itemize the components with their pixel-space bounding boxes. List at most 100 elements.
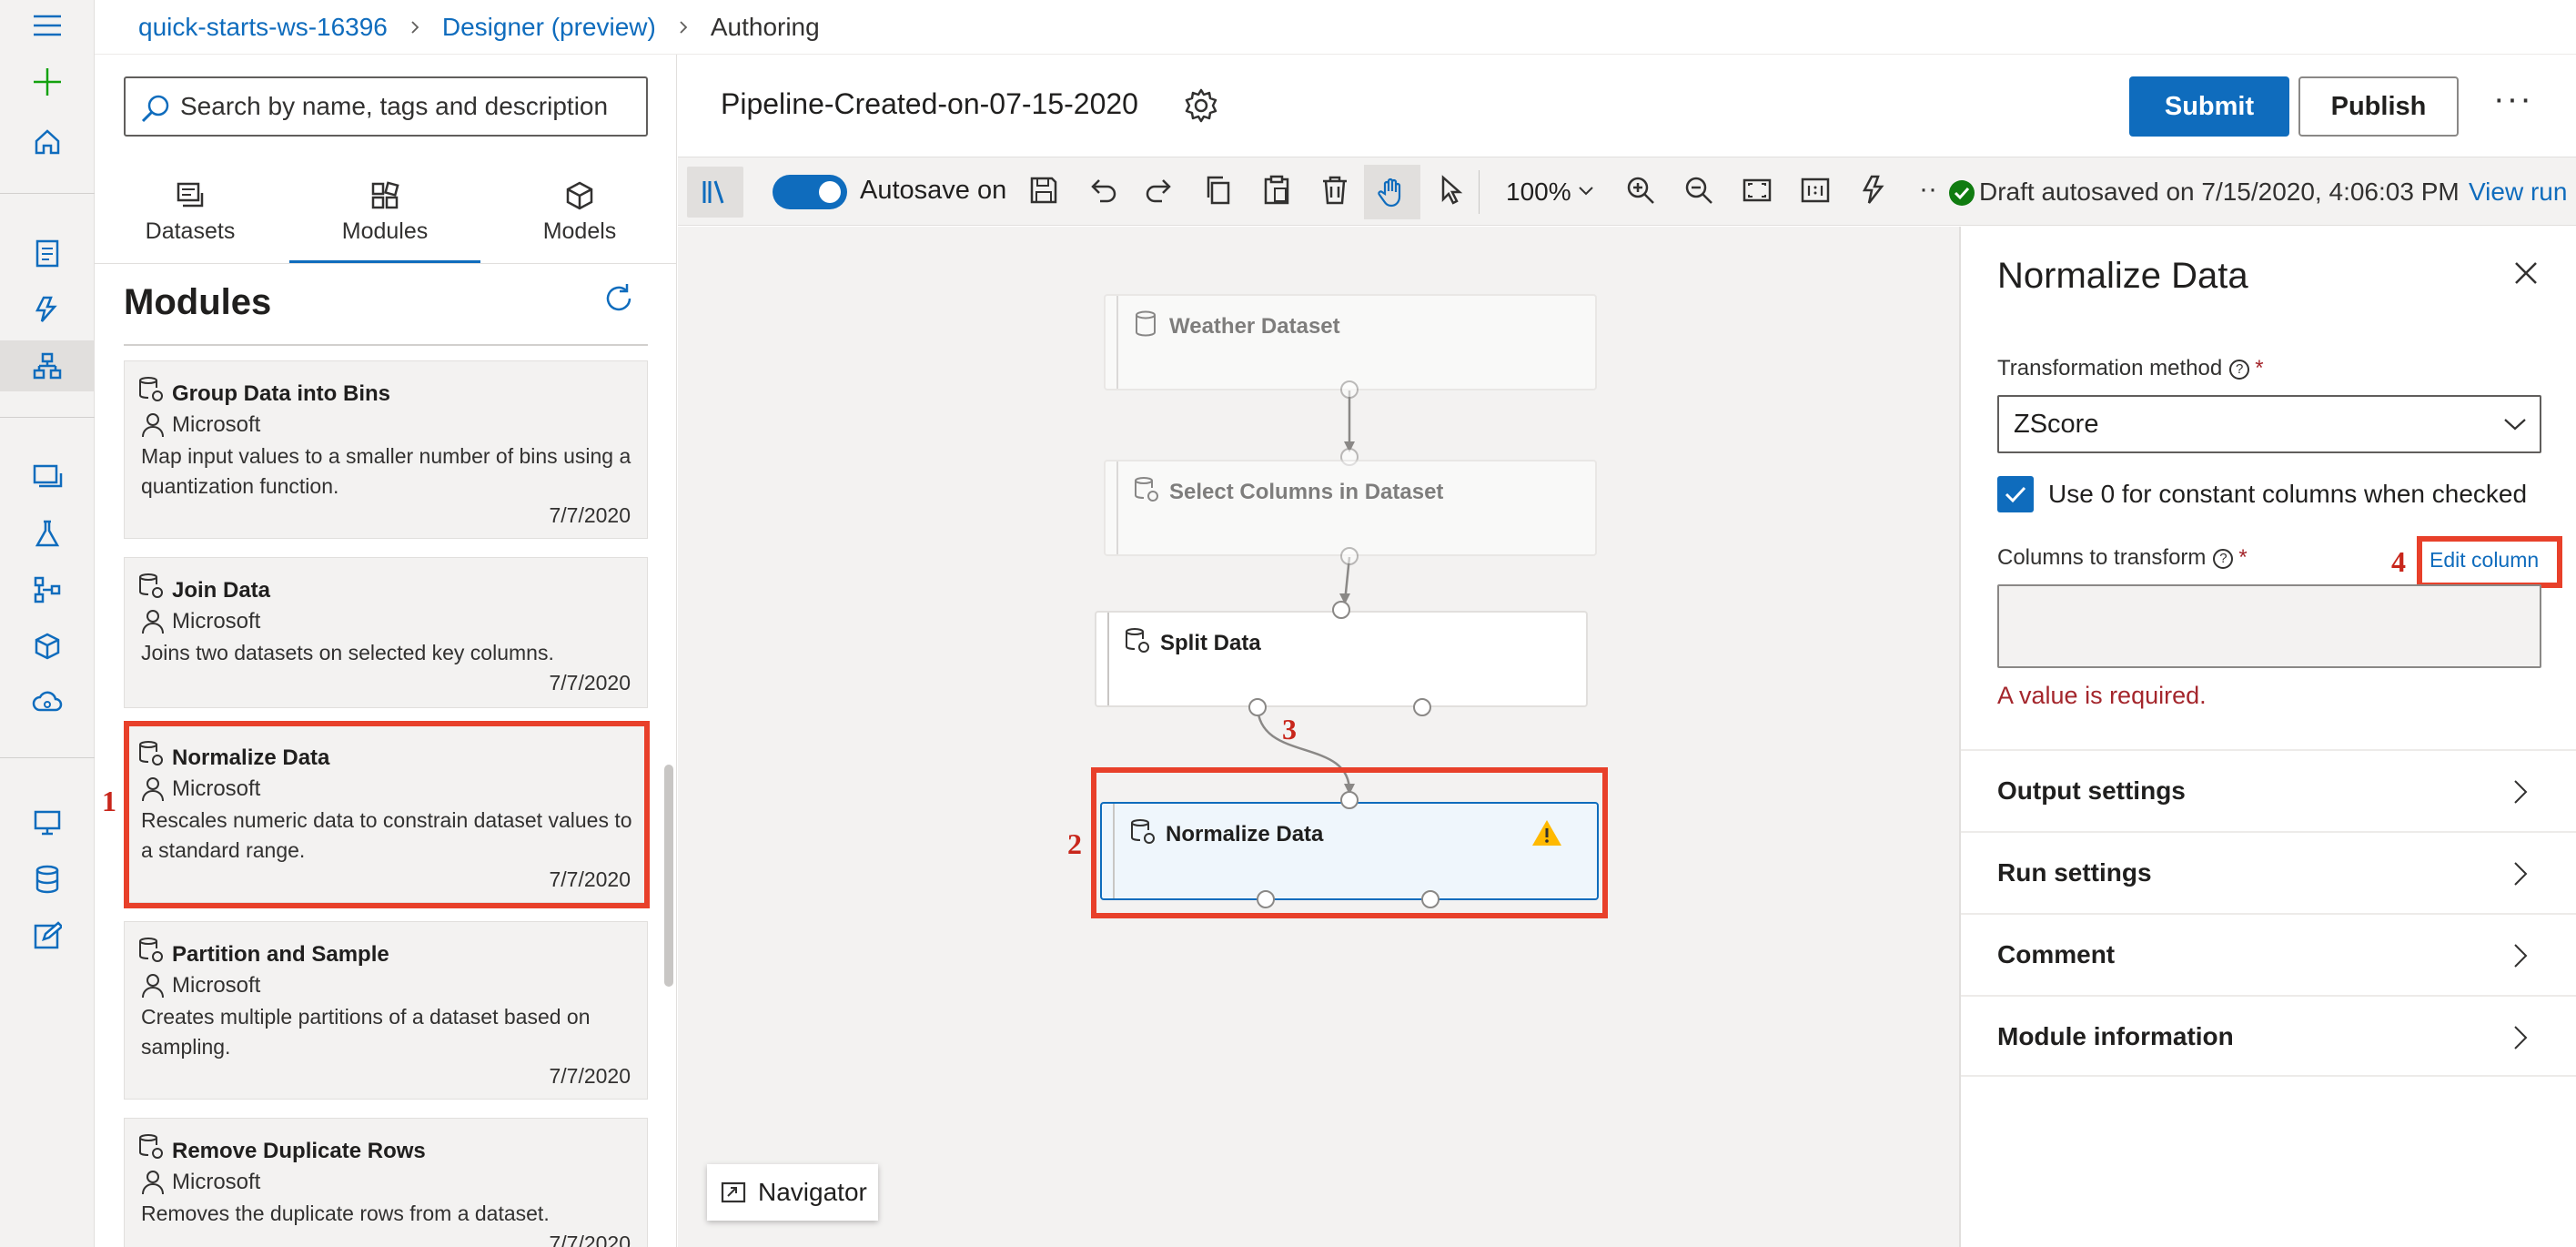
output-port[interactable] <box>1340 380 1359 399</box>
pipeline-node-weather-dataset[interactable]: Weather Dataset <box>1104 294 1597 390</box>
columns-to-transform-field[interactable] <box>1997 584 2541 668</box>
help-icon[interactable]: ? <box>2229 360 2250 380</box>
search-placeholder: Search by name, tags and description <box>180 92 609 120</box>
datastores-icon[interactable] <box>13 854 82 905</box>
fit-to-screen-icon[interactable] <box>1741 174 1773 207</box>
redo-icon[interactable] <box>1144 174 1177 207</box>
annotation-number-1: 1 <box>102 785 116 817</box>
zoom-in-icon[interactable] <box>1624 174 1657 207</box>
input-port[interactable] <box>1340 791 1359 809</box>
transformation-method-select[interactable]: ZScore <box>1997 395 2541 453</box>
pan-tool-button[interactable] <box>1364 165 1420 219</box>
module-card[interactable]: Remove Duplicate Rows Microsoft Removes … <box>124 1118 648 1247</box>
hamburger-menu-icon[interactable] <box>13 0 82 51</box>
tab-modules[interactable]: Modules <box>289 171 480 264</box>
copy-icon[interactable] <box>1202 174 1235 207</box>
view-run-link[interactable]: View run <box>2469 177 2567 207</box>
section-comment[interactable]: Comment <box>1961 913 2576 995</box>
module-card[interactable]: Partition and Sample Microsoft Creates m… <box>124 921 648 1100</box>
pipeline-node-select-columns[interactable]: Select Columns in Dataset <box>1104 460 1597 556</box>
data-labeling-icon[interactable] <box>13 910 82 961</box>
input-port[interactable] <box>1332 601 1350 619</box>
more-options-button[interactable]: ··· <box>2493 80 2533 119</box>
pipeline-node-split-data[interactable]: Split Data <box>1095 611 1588 707</box>
zoom-out-icon[interactable] <box>1682 174 1715 207</box>
tab-models[interactable]: Models <box>484 171 675 264</box>
output-port-1[interactable] <box>1257 890 1275 908</box>
endpoints-icon[interactable] <box>13 677 82 728</box>
dataset-icon <box>1136 310 1156 337</box>
pipeline-node-normalize-data[interactable]: Normalize Data <box>1100 802 1599 900</box>
chevron-right-icon <box>2514 1026 2528 1049</box>
module-card[interactable]: Group Data into Bins Microsoft Map input… <box>124 360 648 539</box>
compute-icon[interactable] <box>13 797 82 848</box>
create-new-icon[interactable] <box>13 56 82 107</box>
section-module-information[interactable]: Module information <box>1961 995 2576 1077</box>
actual-size-icon[interactable] <box>1799 174 1832 207</box>
paste-icon[interactable] <box>1260 174 1293 207</box>
transformation-method-label: Transformation method? * <box>1997 356 2264 380</box>
module-name: Join Data <box>172 578 271 603</box>
module-icon <box>1135 477 1158 502</box>
select-pointer-icon[interactable] <box>1435 174 1468 207</box>
zoom-level-select[interactable]: 100% <box>1506 177 1571 207</box>
auto-layout-icon[interactable] <box>1857 174 1890 207</box>
experiments-icon[interactable] <box>13 508 82 559</box>
module-list-scrollbar[interactable] <box>664 765 673 987</box>
autosave-toggle[interactable] <box>773 175 847 209</box>
output-port-2[interactable] <box>1413 698 1431 716</box>
breadcrumb-workspace-link[interactable]: quick-starts-ws-16396 <box>138 13 388 42</box>
edit-column-link[interactable]: Edit column <box>2430 548 2539 573</box>
save-icon[interactable] <box>1027 174 1060 207</box>
module-icon <box>139 573 163 598</box>
publish-button[interactable]: Publish <box>2298 76 2459 137</box>
chevron-down-icon[interactable] <box>1577 185 1595 198</box>
module-icon <box>139 1134 163 1159</box>
section-label: Output settings <box>1997 776 2186 805</box>
module-search-input[interactable]: Search by name, tags and description <box>124 76 648 137</box>
datasets-rail-icon[interactable] <box>13 451 82 502</box>
home-icon[interactable] <box>13 117 82 167</box>
constant-columns-checkbox[interactable] <box>1997 476 2034 512</box>
module-date: 7/7/2020 <box>549 671 631 694</box>
output-port[interactable] <box>1340 547 1359 565</box>
notebooks-icon[interactable] <box>13 228 82 279</box>
gear-icon[interactable] <box>1183 87 1219 124</box>
module-name: Group Data into Bins <box>172 381 390 406</box>
chevron-right-icon <box>2514 862 2528 886</box>
pipeline-canvas[interactable]: Weather Dataset Select Columns in Datase… <box>678 227 1959 1247</box>
tab-datasets[interactable]: Datasets <box>95 171 286 264</box>
pipeline-title[interactable]: Pipeline-Created-on-07-15-2020 <box>721 87 1138 121</box>
toolbar-overflow-button[interactable]: ·· <box>1919 174 1937 205</box>
asset-library-toggle[interactable] <box>687 167 743 218</box>
chevron-right-icon <box>2514 944 2528 968</box>
node-label: Split Data <box>1160 631 1261 655</box>
help-icon[interactable]: ? <box>2213 549 2234 569</box>
output-port-1[interactable] <box>1248 698 1267 716</box>
left-nav-rail <box>0 0 95 1247</box>
undo-icon[interactable] <box>1086 174 1118 207</box>
tab-label: Datasets <box>145 218 236 244</box>
breadcrumb-designer-link[interactable]: Designer (preview) <box>442 13 656 42</box>
module-publisher: Microsoft <box>172 412 261 437</box>
automated-ml-icon[interactable] <box>13 284 82 335</box>
close-icon[interactable] <box>2510 258 2541 289</box>
annotation-number-3: 3 <box>1282 713 1297 745</box>
submit-button[interactable]: Submit <box>2129 76 2289 137</box>
node-label: Weather Dataset <box>1169 314 1340 339</box>
output-port-2[interactable] <box>1421 890 1440 908</box>
delete-icon[interactable] <box>1318 174 1351 207</box>
section-label: Module information <box>1997 1022 2234 1050</box>
refresh-icon[interactable] <box>601 280 637 317</box>
module-library-panel: Search by name, tags and description Dat… <box>95 55 677 1247</box>
designer-icon[interactable] <box>0 340 95 391</box>
pipelines-icon[interactable] <box>13 564 82 615</box>
section-run-settings[interactable]: Run settings <box>1961 831 2576 913</box>
navigator-button[interactable]: Navigator <box>707 1164 878 1221</box>
models-rail-icon[interactable] <box>13 621 82 672</box>
module-name: Partition and Sample <box>172 942 389 967</box>
module-card[interactable]: Join Data Microsoft Joins two datasets o… <box>124 557 648 708</box>
tab-label: Modules <box>341 218 429 244</box>
module-description: Joins two datasets on selected key colum… <box>141 641 554 664</box>
section-output-settings[interactable]: Output settings <box>1961 749 2576 831</box>
